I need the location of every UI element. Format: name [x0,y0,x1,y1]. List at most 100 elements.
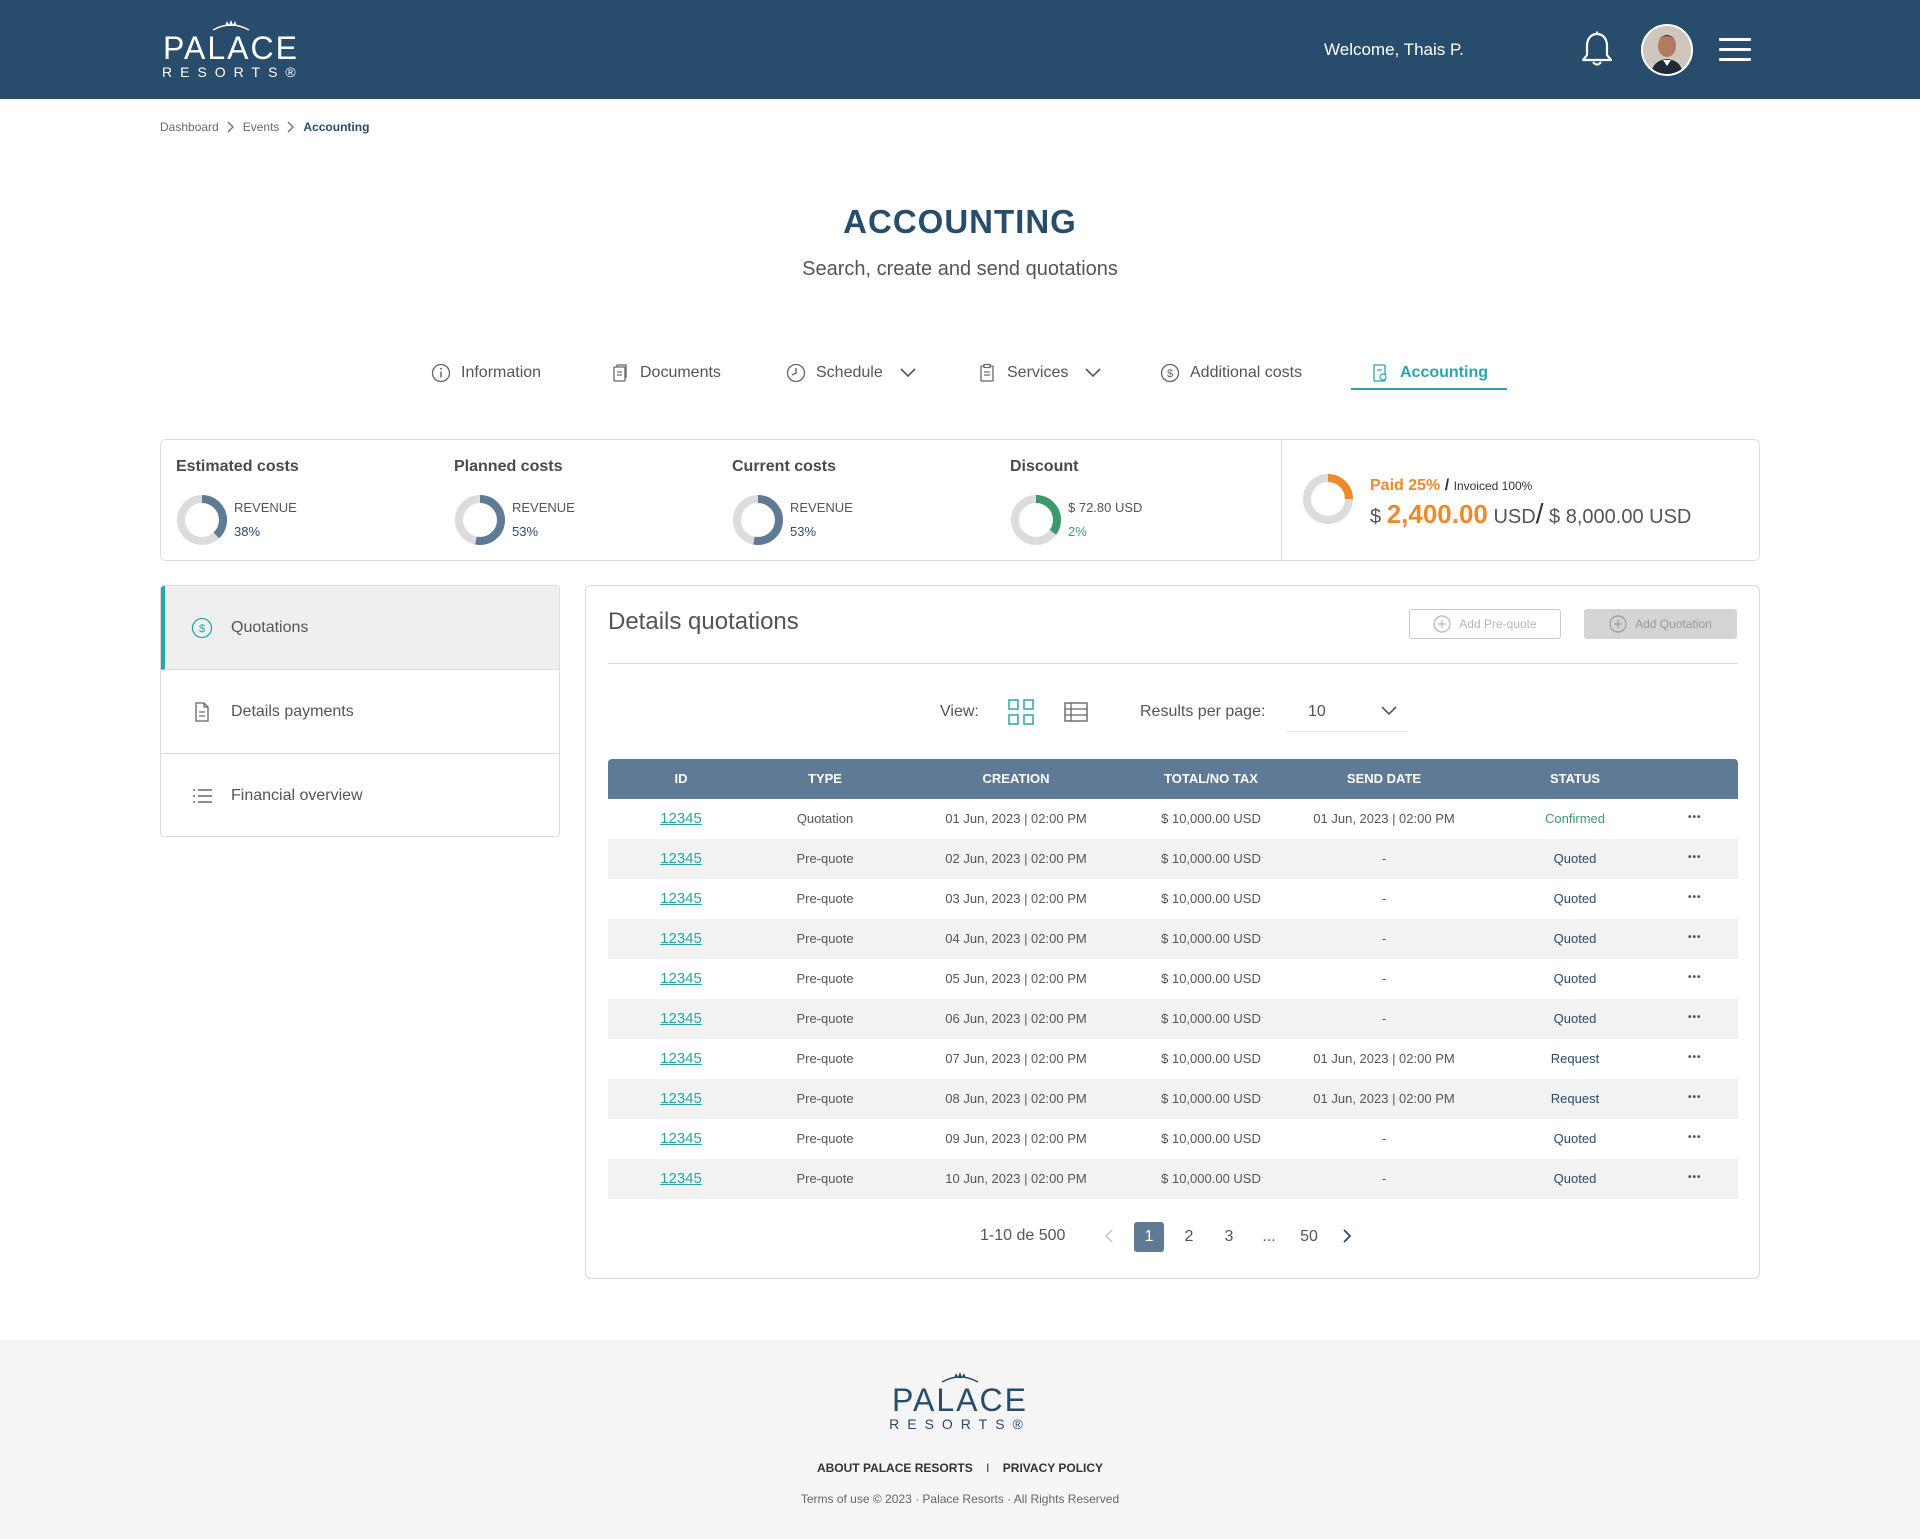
row-actions-icon[interactable]: ••• [1688,813,1708,823]
row-actions-icon[interactable]: ••• [1688,933,1708,943]
breadcrumb-dashboard[interactable]: Dashboard [160,120,219,134]
table-row: 12345 Pre-quote 09 Jun, 2023 | 02:00 PM $ 1… [608,1119,1738,1159]
metric-value: 2% [1068,524,1087,539]
row-actions-icon[interactable]: ••• [1688,1173,1708,1183]
page-2-button[interactable]: 2 [1174,1222,1204,1252]
page-1-button[interactable]: 1 [1134,1222,1164,1252]
sidebar-item-details-payments[interactable]: Details payments [161,670,559,754]
col-type[interactable]: TYPE [780,771,870,786]
details-quotations-panel: Details quotations Add Pre-quote Add Quo… [585,585,1760,1279]
palace-resorts-logo[interactable]: PALACE RESORTS® [162,18,300,79]
row-actions-icon[interactable]: ••• [1688,973,1708,983]
page-title: ACCOUNTING [843,203,1077,240]
page-3-button[interactable]: 3 [1214,1222,1244,1252]
avatar-photo-icon [1643,26,1691,74]
tab-accounting[interactable]: Accounting [1370,356,1488,390]
user-avatar[interactable] [1641,24,1693,76]
footer-link-separator: I [986,1461,990,1475]
privacy-policy-link[interactable]: PRIVACY POLICY [1003,1461,1103,1475]
tab-additional-costs[interactable]: $ Additional costs [1160,356,1302,390]
footer-logo[interactable]: PALACE RESORTS® [888,1370,1032,1431]
view-label: View: [940,703,979,720]
cell-type: Pre-quote [796,1011,854,1026]
tab-documents[interactable]: Documents [610,356,721,390]
breadcrumb-events[interactable]: Events [243,120,280,134]
col-total[interactable]: TOTAL/NO TAX [1146,771,1276,786]
cell-id[interactable]: 12345 [636,890,726,907]
row-actions-icon[interactable]: ••• [1688,1133,1708,1143]
chevron-left-icon[interactable] [1103,1228,1115,1244]
row-actions-icon[interactable]: ••• [1688,1093,1708,1103]
summary-divider [1281,440,1282,560]
cell-type: Pre-quote [796,891,854,906]
logo-sub-text: RESORTS® [889,1416,1031,1432]
cell-id[interactable]: 12345 [636,850,726,867]
cell-status: Quoted [1553,851,1597,866]
results-per-page-select[interactable]: 10 [1286,692,1408,732]
metric-title: Planned costs [454,458,563,475]
table-body: 12345 Quotation 01 Jun, 2023 | 02:00 PM $ 1… [608,799,1738,1199]
tab-information[interactable]: Information [431,356,541,390]
cell-status: Quoted [1553,1011,1597,1026]
footer: PALACE RESORTS® ABOUT PALACE RESORTS I P… [0,1340,1920,1539]
cell-id[interactable]: 12345 [636,1130,726,1147]
chevron-down-icon [1381,706,1397,716]
footer-copyright: Terms of use © 2023 · Palace Resorts · A… [800,1492,1120,1506]
cell-id[interactable]: 12345 [636,930,726,947]
cell-creation: 07 Jun, 2023 | 02:00 PM [945,1051,1087,1066]
row-actions-icon[interactable]: ••• [1688,893,1708,903]
cell-total: $ 10,000.00 USD [1161,1011,1261,1026]
metric-title: Discount [1010,458,1079,475]
cell-status: Quoted [1553,891,1597,906]
add-quotation-button[interactable]: Add Quotation [1584,609,1737,639]
metric-title: Estimated costs [176,458,299,475]
cell-total: $ 10,000.00 USD [1161,1131,1261,1146]
cell-send-date: - [1381,1171,1387,1186]
row-actions-icon[interactable]: ••• [1688,1013,1708,1023]
cell-id[interactable]: 12345 [636,1050,726,1067]
table-view-icon[interactable] [1064,701,1088,723]
cell-status: Quoted [1553,931,1597,946]
add-prequote-button[interactable]: Add Pre-quote [1409,609,1561,639]
cell-id[interactable]: 12345 [636,810,726,827]
page-50-button[interactable]: 50 [1294,1222,1324,1252]
row-actions-icon[interactable]: ••• [1688,1053,1708,1063]
metric-estimated-costs: Estimated costs REVENUE 38% [176,458,299,545]
col-creation[interactable]: CREATION [936,771,1096,786]
document-icon [195,701,209,722]
cell-type: Pre-quote [796,1051,854,1066]
pagination-range: 1-10 de 500 [980,1227,1066,1244]
bell-icon[interactable] [1580,31,1614,67]
cell-creation: 03 Jun, 2023 | 02:00 PM [945,891,1087,906]
cell-id[interactable]: 12345 [636,1170,726,1187]
top-header: PALACE RESORTS® Welcome, Thais P. [0,0,1920,99]
pagination: 1-10 de 500 1 2 3 ... 50 [586,1222,1761,1252]
cell-id[interactable]: 12345 [636,1010,726,1027]
col-send-date[interactable]: SEND DATE [1304,771,1464,786]
hamburger-menu-icon[interactable] [1719,38,1751,62]
cell-type: Pre-quote [796,1131,854,1146]
col-id[interactable]: ID [636,771,726,786]
cell-total: $ 10,000.00 USD [1161,931,1261,946]
about-link[interactable]: ABOUT PALACE RESORTS [817,1461,973,1475]
metric-value: 53% [790,524,817,539]
sidebar-item-quotations[interactable]: $ Quotations [161,586,559,670]
cell-send-date: - [1381,1131,1387,1146]
cell-creation: 09 Jun, 2023 | 02:00 PM [945,1131,1087,1146]
metric-value: 38% [234,524,261,539]
cell-id[interactable]: 12345 [636,970,726,987]
tab-schedule[interactable]: Schedule [786,356,917,390]
row-actions-icon[interactable]: ••• [1688,853,1708,863]
sidebar-item-financial-overview[interactable]: Financial overview [161,754,559,836]
table-row: 12345 Pre-quote 07 Jun, 2023 | 02:00 PM $ 1… [608,1039,1738,1079]
receipt-icon [1373,364,1387,382]
col-status[interactable]: STATUS [1530,771,1620,786]
cell-send-date: - [1381,851,1387,866]
chevron-right-icon[interactable] [1341,1228,1353,1244]
grid-view-icon[interactable] [1008,699,1034,725]
cell-type: Pre-quote [796,851,854,866]
logo-main-text: PALACE [892,1382,1028,1418]
cell-id[interactable]: 12345 [636,1090,726,1107]
tab-services[interactable]: Services [977,356,1102,390]
clock-icon [786,363,806,383]
